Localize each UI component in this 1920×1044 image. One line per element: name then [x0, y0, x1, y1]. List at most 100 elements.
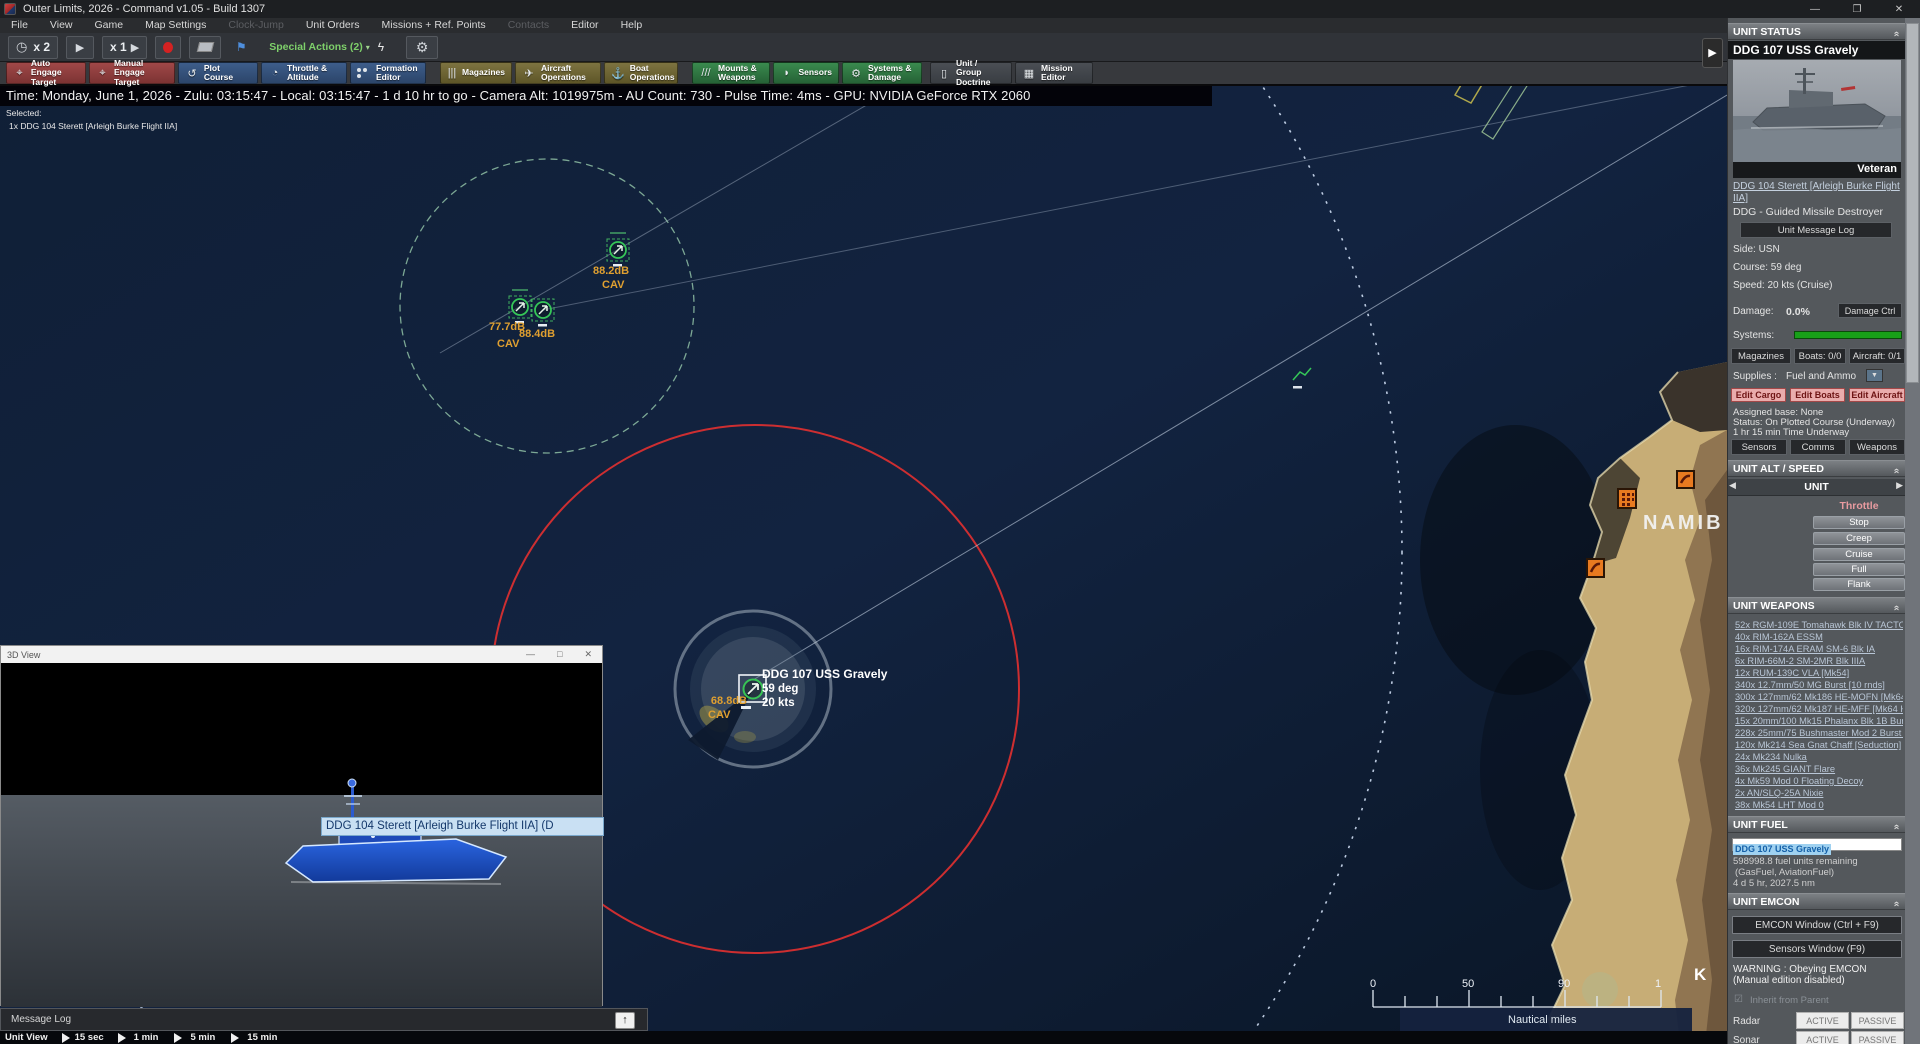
step-1min[interactable]: 1 min: [134, 1032, 159, 1043]
step-5min[interactable]: 5 min: [190, 1032, 215, 1043]
comms-panel-button[interactable]: Comms: [1790, 439, 1846, 455]
eraser-button[interactable]: [189, 36, 221, 59]
weapon-item[interactable]: 24x Mk234 Nulka: [1735, 751, 1903, 763]
menu-view[interactable]: View: [39, 18, 84, 33]
boat-operations-button[interactable]: ⚓ BoatOperations: [604, 62, 678, 84]
unit-tab[interactable]: UNIT: [1728, 481, 1905, 493]
auto-engage-target-button[interactable]: ⌖ Auto EngageTarget: [6, 62, 86, 84]
play-icon[interactable]: [174, 1033, 182, 1043]
unit-class-link[interactable]: DDG 104 Sterett [Arleigh Burke Flight II…: [1733, 181, 1901, 205]
scrollbar-thumb[interactable]: [1906, 23, 1919, 383]
pin-icon[interactable]: »: [1889, 31, 1905, 37]
3d-minimize-button[interactable]: —: [526, 649, 535, 660]
maximize-button[interactable]: ❐: [1836, 0, 1878, 18]
unit-message-log-button[interactable]: Unit Message Log: [1740, 222, 1892, 238]
menu-help[interactable]: Help: [610, 18, 654, 33]
throttle-full-button[interactable]: Full: [1813, 563, 1905, 576]
sensors-button[interactable]: ◗ Sensors: [773, 62, 839, 84]
sonar-passive-button[interactable]: PASSIVE: [1851, 1031, 1904, 1044]
weapon-item[interactable]: 38x Mk54 LHT Mod 0: [1735, 799, 1903, 811]
formation-editor-button[interactable]: FormationEditor: [350, 62, 426, 84]
mission-editor-button[interactable]: ▦ MissionEditor: [1015, 62, 1093, 84]
step-button[interactable]: x 1▶: [102, 36, 147, 59]
aircraft-operations-button[interactable]: ✈ AircraftOperations: [515, 62, 601, 84]
weapon-item[interactable]: 6x RIM-66M-2 SM-2MR Blk IIIA: [1735, 655, 1903, 667]
unit-fuel-header[interactable]: UNIT FUEL»: [1728, 816, 1905, 833]
menu-map-settings[interactable]: Map Settings: [134, 18, 217, 33]
damage-ctrl-button[interactable]: Damage Ctrl: [1838, 303, 1902, 318]
menu-unit-orders[interactable]: Unit Orders: [295, 18, 371, 33]
weapons-panel-button[interactable]: Weapons: [1849, 439, 1905, 455]
play-button[interactable]: ▶: [66, 36, 94, 59]
3d-view-window[interactable]: 3D View — □ ✕: [0, 645, 603, 1006]
pin-icon[interactable]: »: [1889, 901, 1905, 907]
weapon-item[interactable]: 300x 127mm/62 Mk186 HE-MOFN [Mk64 H: [1735, 691, 1903, 703]
message-log-bar[interactable]: Message Log ↑: [0, 1008, 648, 1031]
weapon-item[interactable]: 4x Mk59 Mod 0 Floating Decoy: [1735, 775, 1903, 787]
play-icon[interactable]: [231, 1033, 239, 1043]
radar-active-button[interactable]: ACTIVE: [1796, 1012, 1849, 1029]
boats-button[interactable]: Boats: 0/0: [1794, 348, 1846, 364]
special-actions-button[interactable]: Special Actions (2) ▾ ϟ: [261, 36, 392, 59]
unit-weapons-header[interactable]: UNIT WEAPONS»: [1728, 597, 1905, 614]
menu-game[interactable]: Game: [84, 18, 135, 33]
emcon-window-button[interactable]: EMCON Window (Ctrl + F9): [1732, 916, 1902, 934]
unit-tab-next[interactable]: ▶: [1896, 480, 1903, 491]
time-compression-button[interactable]: ◷ x 2: [8, 36, 58, 59]
throttle-creep-button[interactable]: Creep: [1813, 532, 1905, 545]
aircraft-button[interactable]: Aircraft: 0/1: [1849, 348, 1905, 364]
edit-boats-button[interactable]: Edit Boats: [1790, 388, 1845, 402]
radar-passive-button[interactable]: PASSIVE: [1851, 1012, 1904, 1029]
fuel-unit-listbox[interactable]: DDG 107 USS Gravely: [1732, 838, 1902, 851]
systems-damage-button[interactable]: ⚙ Systems &Damage: [842, 62, 922, 84]
supplies-dropdown[interactable]: ▼: [1866, 369, 1883, 382]
throttle-flank-button[interactable]: Flank: [1813, 578, 1905, 591]
unit-alt-speed-header[interactable]: UNIT ALT / SPEED»: [1728, 460, 1905, 477]
3d-view-titlebar[interactable]: 3D View — □ ✕: [1, 646, 602, 663]
weapon-item[interactable]: 228x 25mm/75 Bushmaster Mod 2 Burst [12: [1735, 727, 1903, 739]
sidebar-expander-button[interactable]: ▶: [1702, 38, 1723, 68]
play-icon[interactable]: [62, 1033, 70, 1043]
close-button[interactable]: ✕: [1878, 0, 1920, 18]
settings-button[interactable]: ⚙: [406, 36, 438, 59]
edit-cargo-button[interactable]: Edit Cargo: [1731, 388, 1786, 402]
weapon-item[interactable]: 36x Mk245 GIANT Flare: [1735, 763, 1903, 775]
manual-engage-target-button[interactable]: ⌖ ManualEngage Target: [89, 62, 175, 84]
record-button[interactable]: [155, 36, 181, 59]
3d-maximize-button[interactable]: □: [557, 649, 562, 660]
weapon-item[interactable]: 2x AN/SLQ-25A Nixie: [1735, 787, 1903, 799]
weapon-item[interactable]: 52x RGM-109E Tomahawk Blk IV TACTOM: [1735, 619, 1903, 631]
weapon-item[interactable]: 16x RIM-174A ERAM SM-6 Blk IA: [1735, 643, 1903, 655]
throttle-stop-button[interactable]: Stop: [1813, 516, 1905, 529]
weapon-item[interactable]: 320x 127mm/62 Mk187 HE-MFF [Mk64 HiC: [1735, 703, 1903, 715]
3d-close-button[interactable]: ✕: [584, 649, 592, 660]
pin-icon[interactable]: »: [1889, 824, 1905, 830]
plot-course-button[interactable]: ↺ Plot Course: [178, 62, 258, 84]
play-icon[interactable]: [118, 1033, 126, 1043]
flag-button[interactable]: ⚑: [229, 36, 253, 59]
sensors-panel-button[interactable]: Sensors: [1731, 439, 1787, 455]
weapon-item[interactable]: 40x RIM-162A ESSM: [1735, 631, 1903, 643]
edit-aircraft-button[interactable]: Edit Aircraft: [1849, 388, 1905, 402]
throttle-cruise-button[interactable]: Cruise: [1813, 548, 1905, 561]
unit-emcon-header[interactable]: UNIT EMCON»: [1728, 893, 1905, 910]
menu-missions-ref-points[interactable]: Missions + Ref. Points: [371, 18, 497, 33]
sidebar-scrollbar[interactable]: [1905, 18, 1920, 1044]
unit-group-doctrine-button[interactable]: ▯ Unit / GroupDoctrine: [930, 62, 1012, 84]
step-15min[interactable]: 15 min: [247, 1032, 277, 1043]
sensors-window-button[interactable]: Sensors Window (F9): [1732, 940, 1902, 958]
weapon-item[interactable]: 120x Mk214 Sea Gnat Chaff [Seduction]: [1735, 739, 1903, 751]
minimize-button[interactable]: —: [1794, 0, 1836, 18]
weapon-item[interactable]: 340x 12.7mm/50 MG Burst [10 rnds]: [1735, 679, 1903, 691]
magazines-button[interactable]: ||| Magazines: [440, 62, 512, 84]
mounts-weapons-button[interactable]: /// Mounts &Weapons: [692, 62, 770, 84]
throttle-altitude-button[interactable]: ◔ Throttle &Altitude: [261, 62, 347, 84]
step-15sec[interactable]: 15 sec: [75, 1032, 104, 1043]
expand-log-button[interactable]: ↑: [615, 1012, 635, 1029]
pin-icon[interactable]: »: [1889, 468, 1905, 474]
sonar-active-button[interactable]: ACTIVE: [1796, 1031, 1849, 1044]
menu-file[interactable]: File: [0, 18, 39, 33]
weapon-item[interactable]: 15x 20mm/100 Mk15 Phalanx Blk 1B Burst [: [1735, 715, 1903, 727]
magazines-sidebar-button[interactable]: Magazines: [1731, 348, 1791, 364]
menu-editor[interactable]: Editor: [560, 18, 609, 33]
